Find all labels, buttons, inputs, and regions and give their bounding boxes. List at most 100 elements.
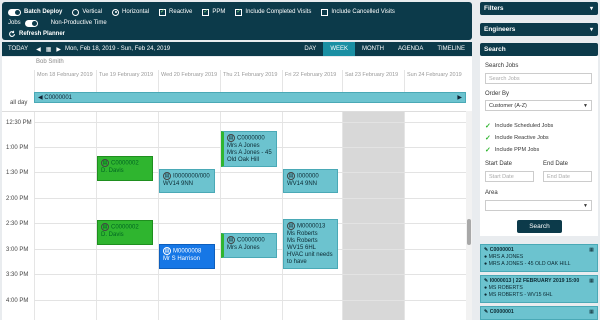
- weekend-shade: [342, 112, 404, 320]
- calendar-event[interactable]: ▤ M0000008 Mr S Harrison: [159, 244, 215, 269]
- chevron-down-icon: ▾: [589, 6, 593, 12]
- include-completed-checkbox[interactable]: ✓ Include Completed Visits: [235, 8, 312, 16]
- search-jobs-input[interactable]: Search Jobs: [485, 73, 592, 84]
- scrollbar-thumb[interactable]: [467, 219, 471, 245]
- search-panel-header[interactable]: Search: [480, 43, 598, 56]
- allday-label: all day: [10, 100, 28, 106]
- vertical-label: Vertical: [82, 9, 103, 15]
- calendar-icon: ▦: [589, 309, 594, 315]
- view-agenda-tab[interactable]: AGENDA: [391, 42, 430, 56]
- calendar-nav-bar: TODAY ◀ ▦ ▶ Mon, Feb 18, 2019 - Sun, Feb…: [2, 42, 472, 56]
- job-icon: ▤: [287, 222, 295, 230]
- toggle-switch-icon: [24, 19, 38, 27]
- checkbox-checked-icon: ✓: [159, 8, 167, 16]
- start-date-input[interactable]: Start Date: [485, 171, 534, 182]
- event-id: M0000013: [297, 223, 326, 230]
- include-completed-label: Include Completed Visits: [245, 9, 312, 15]
- horizontal-radio[interactable]: Horizontal: [112, 8, 149, 16]
- include-ppm-checkbox[interactable]: ✓ Include PPM Jobs: [485, 146, 539, 154]
- week-calendar: Bob Smith Mon 18 February 2019 Tue 19 Fe…: [2, 57, 472, 320]
- allday-event-label: C0000001: [44, 94, 72, 101]
- calendar-event[interactable]: ▤ I000000 WV14 9NN: [283, 169, 338, 193]
- day-header-thu: Thu 21 February 2019: [220, 70, 282, 92]
- prev-week-icon[interactable]: ◀: [34, 46, 43, 53]
- result-card[interactable]: ✎ C0000001 ▦: [480, 306, 598, 320]
- event-id: C0000002: [111, 160, 139, 167]
- view-timeline-tab[interactable]: TIMELINE: [430, 42, 472, 56]
- calendar-icon[interactable]: ▦: [46, 46, 52, 53]
- result-customer: MRS A JONES: [488, 254, 524, 260]
- batch-deploy-toggle[interactable]: Batch Deploy: [8, 8, 62, 16]
- search-button[interactable]: Search: [517, 220, 562, 233]
- calendar-event[interactable]: ▤ C0000002 D. Davis: [97, 220, 153, 245]
- include-scheduled-checkbox[interactable]: ✓ Include Scheduled Jobs: [485, 122, 553, 130]
- time-label: 3:30 PM: [6, 272, 29, 278]
- area-select[interactable]: ▼: [485, 200, 592, 211]
- checkbox-checked-icon: ✓: [202, 8, 210, 16]
- search-button-label: Search: [529, 223, 550, 230]
- include-reactive-checkbox[interactable]: ✓ Include Reactive Jobs: [485, 134, 549, 142]
- event-description: HVAC unit needs: [287, 251, 333, 258]
- calendar-event[interactable]: ▤ I0000000/000 WV14 9NN: [159, 169, 215, 193]
- non-productive-label: Non-Productive Time: [50, 20, 107, 26]
- today-button[interactable]: TODAY: [2, 42, 34, 56]
- calendar-event[interactable]: ▤ C0000002 D. Davis: [97, 156, 153, 181]
- event-postcode: WV14 9NN: [163, 180, 194, 187]
- include-cancelled-checkbox[interactable]: Include Cancelled Visits: [321, 8, 395, 16]
- view-switcher: DAY WEEK MONTH AGENDA TIMELINE: [297, 42, 472, 56]
- allday-event[interactable]: ◀ C0000001 ▶: [34, 92, 466, 103]
- view-month-tab[interactable]: MONTH: [355, 42, 391, 56]
- order-by-label: Order By: [485, 91, 510, 97]
- view-week-tab[interactable]: WEEK: [323, 42, 355, 56]
- engineers-title: Engineers: [484, 26, 516, 33]
- event-id: I000000: [297, 173, 319, 180]
- event-customer: Mrs A Jones: [227, 244, 260, 251]
- event-contact: Ms Roberts: [287, 237, 318, 244]
- filters-panel-header[interactable]: Filters ▾: [480, 2, 598, 15]
- vertical-radio[interactable]: Vertical: [72, 8, 103, 16]
- event-postcode: WV15 6HL: [287, 244, 317, 251]
- time-label: 4:00 PM: [6, 298, 29, 304]
- result-id: C0000001: [489, 309, 514, 315]
- dropdown-arrow-icon: ▼: [583, 103, 588, 109]
- day-header-sat: Sat 23 February 2019: [342, 70, 404, 92]
- calendar-scrollbar[interactable]: [466, 111, 472, 320]
- calendar-event[interactable]: ▤ C0000000 Mrs A Jones: [221, 233, 277, 258]
- person-icon: ●: [484, 254, 488, 260]
- include-reactive-label: Include Reactive Jobs: [494, 135, 549, 141]
- event-description-line2: to have: [287, 258, 307, 265]
- event-customer: D. Davis: [101, 231, 124, 238]
- event-id: M0000008: [173, 248, 202, 255]
- chevron-down-icon: ▾: [589, 27, 593, 33]
- next-week-icon[interactable]: ▶: [54, 46, 63, 53]
- view-day-tab[interactable]: DAY: [297, 42, 323, 56]
- time-label: 12:30 PM: [6, 120, 32, 126]
- time-label: 2:00 PM: [6, 196, 29, 202]
- day-header-tue: Tue 19 February 2019: [96, 70, 158, 92]
- end-date-input[interactable]: End Date: [543, 171, 592, 182]
- non-productive-toggle[interactable]: Non-Productive Time: [51, 20, 107, 26]
- event-customer: Mrs A Jones: [227, 142, 260, 149]
- engineers-panel-header[interactable]: Engineers ▾: [480, 23, 598, 36]
- result-card[interactable]: ✎ I0000013 | 22 FEBRUARY 2019 15:00 ▦ ● …: [480, 275, 598, 303]
- search-title: Search: [484, 46, 506, 53]
- result-card[interactable]: ✎ C0000001 ▦ ● MRS A JONES ● MRS A JONES…: [480, 244, 598, 272]
- checkmark-icon: ✓: [485, 135, 491, 142]
- reactive-checkbox[interactable]: ✓ Reactive: [159, 8, 192, 16]
- column-divider: [342, 112, 343, 320]
- event-address-line2: Old Oak Hill: [227, 156, 260, 163]
- hour-line: [34, 300, 466, 301]
- event-postcode: WV14 9NN: [287, 180, 318, 187]
- include-scheduled-label: Include Scheduled Jobs: [494, 123, 554, 129]
- event-customer: D. Davis: [101, 167, 124, 174]
- hour-line: [34, 198, 466, 199]
- event-customer: Ms Roberts: [287, 230, 318, 237]
- ppm-checkbox[interactable]: ✓ PPM: [202, 8, 225, 16]
- calendar-event[interactable]: ▤ M0000013 Ms Roberts Ms Roberts WV15 6HL…: [283, 219, 338, 269]
- refresh-icon: [9, 30, 15, 37]
- calendar-event[interactable]: ▤ C0000000 Mrs A Jones Mrs A Jones - 45 O…: [221, 131, 277, 167]
- order-by-value: Customer (A-Z): [489, 103, 527, 109]
- refresh-planner-button[interactable]: Refresh Planner: [8, 30, 65, 38]
- jobs-toggle[interactable]: Jobs: [8, 19, 41, 27]
- order-by-select[interactable]: Customer (A-Z) ▼: [485, 100, 592, 111]
